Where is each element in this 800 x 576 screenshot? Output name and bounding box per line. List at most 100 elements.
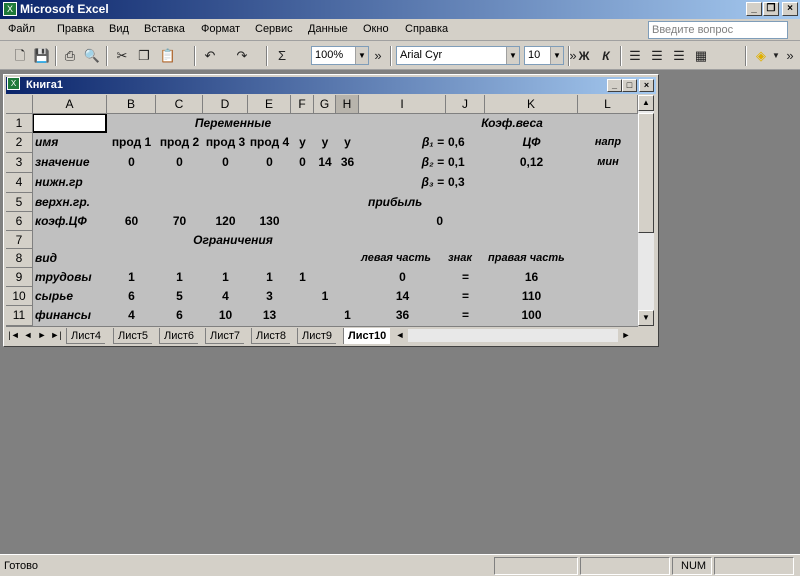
- cell-D2[interactable]: прод 3: [203, 133, 248, 152]
- cell-title-constraints[interactable]: Ограничения: [107, 231, 359, 250]
- cell-C6[interactable]: 70: [156, 212, 203, 231]
- cell-I10[interactable]: 14: [359, 287, 446, 306]
- sheet-tab[interactable]: Лист9: [297, 328, 337, 344]
- sheet-tab[interactable]: Лист8: [251, 328, 291, 344]
- zoom-select[interactable]: 100% ▼: [311, 46, 369, 65]
- menu-help[interactable]: Справка: [405, 23, 448, 35]
- spreadsheet-grid[interactable]: A B C D E F G H I J K L 1 2 3 4 5 6 7 8 …: [6, 95, 638, 326]
- cell-I6[interactable]: 0: [359, 212, 443, 231]
- menu-window[interactable]: Окно: [363, 23, 389, 35]
- copy-icon[interactable]: ❐: [134, 46, 154, 66]
- menu-format[interactable]: Формат: [201, 23, 240, 35]
- menu-data[interactable]: Данные: [308, 23, 348, 35]
- cell-I2[interactable]: β₁ =: [359, 133, 444, 152]
- font-size-select[interactable]: 10 ▼: [524, 46, 564, 65]
- hscroll-right-icon[interactable]: ►: [620, 329, 632, 342]
- row-header[interactable]: 7: [6, 231, 33, 249]
- column-header[interactable]: E: [248, 95, 291, 114]
- cell-K9[interactable]: 16: [485, 268, 578, 287]
- row-header[interactable]: 5: [6, 193, 33, 212]
- menu-edit[interactable]: Правка: [57, 23, 94, 35]
- cell-G2[interactable]: y: [314, 133, 336, 152]
- menu-view[interactable]: Вид: [109, 23, 129, 35]
- align-left-icon[interactable]: ☰: [625, 46, 645, 66]
- italic-button[interactable]: К: [596, 46, 616, 66]
- cell-C3[interactable]: 0: [156, 153, 203, 172]
- cell-I8[interactable]: левая часть: [361, 249, 431, 268]
- cell-B6[interactable]: 60: [107, 212, 156, 231]
- cell-H11[interactable]: 1: [336, 306, 359, 325]
- undo-icon[interactable]: ↶: [200, 46, 220, 66]
- redo-icon[interactable]: ↷: [232, 46, 252, 66]
- chevron-down-icon[interactable]: ▼: [771, 46, 781, 66]
- column-header[interactable]: C: [156, 95, 203, 114]
- cell-I11[interactable]: 36: [359, 306, 446, 325]
- column-header[interactable]: G: [314, 95, 336, 114]
- cell-J9[interactable]: =: [446, 268, 485, 287]
- prev-sheet-icon[interactable]: ◄: [22, 329, 34, 342]
- chevron-down-icon[interactable]: ▼: [355, 47, 368, 64]
- cell-J10[interactable]: =: [446, 287, 485, 306]
- row-header[interactable]: 6: [6, 212, 33, 231]
- column-header[interactable]: I: [359, 95, 446, 114]
- cell-A10[interactable]: сырье: [35, 287, 73, 306]
- row-header[interactable]: 2: [6, 133, 33, 153]
- new-file-icon[interactable]: 🗋: [10, 46, 30, 66]
- menu-tools[interactable]: Сервис: [255, 23, 293, 35]
- cell-G10[interactable]: 1: [314, 287, 336, 306]
- column-header[interactable]: K: [485, 95, 578, 114]
- first-sheet-icon[interactable]: |◄: [8, 329, 20, 342]
- cell-title-variables[interactable]: Переменные: [107, 114, 359, 133]
- horizontal-scrollbar[interactable]: [408, 329, 618, 342]
- sheet-tab[interactable]: Лист5: [113, 328, 153, 344]
- cell-F9[interactable]: 1: [291, 268, 314, 287]
- help-search-input[interactable]: Введите вопрос: [648, 21, 788, 39]
- close-button[interactable]: ×: [782, 2, 798, 16]
- save-icon[interactable]: 💾: [32, 46, 52, 66]
- cell-D11[interactable]: 10: [203, 306, 248, 325]
- minimize-button[interactable]: _: [746, 2, 762, 16]
- column-header[interactable]: D: [203, 95, 248, 114]
- scroll-up-icon[interactable]: ▲: [638, 95, 654, 111]
- cell-L3[interactable]: мин: [578, 153, 638, 172]
- cut-icon[interactable]: ✂: [112, 46, 132, 66]
- column-header[interactable]: A: [33, 95, 107, 114]
- cell-J2[interactable]: 0,6: [448, 133, 465, 152]
- cell-E3[interactable]: 0: [248, 153, 291, 172]
- cell-B11[interactable]: 4: [107, 306, 156, 325]
- restore-button[interactable]: ❐: [763, 2, 779, 16]
- cell-I9[interactable]: 0: [359, 268, 446, 287]
- column-header[interactable]: L: [578, 95, 638, 114]
- merge-center-icon[interactable]: ▦: [691, 46, 711, 66]
- cell-B3[interactable]: 0: [107, 153, 156, 172]
- align-center-icon[interactable]: ☰: [647, 46, 667, 66]
- fill-color-icon[interactable]: ◈: [751, 46, 771, 66]
- cell-D3[interactable]: 0: [203, 153, 248, 172]
- cell-A9[interactable]: трудовы: [35, 268, 92, 287]
- cell-J8[interactable]: знак: [448, 249, 472, 268]
- select-all-corner[interactable]: [6, 95, 33, 114]
- cell-I3[interactable]: β₂ =: [359, 153, 444, 172]
- cell-K11[interactable]: 100: [485, 306, 578, 325]
- cell-H2[interactable]: y: [336, 133, 359, 152]
- cell-C10[interactable]: 5: [156, 287, 203, 306]
- cell-D10[interactable]: 4: [203, 287, 248, 306]
- column-header[interactable]: H: [336, 95, 359, 114]
- row-header[interactable]: 3: [6, 153, 33, 173]
- cell-F3[interactable]: 0: [291, 153, 314, 172]
- cell-I4[interactable]: β₃ =: [359, 173, 444, 192]
- autosum-icon[interactable]: Σ: [272, 46, 292, 66]
- column-header[interactable]: J: [446, 95, 485, 114]
- cell-C11[interactable]: 6: [156, 306, 203, 325]
- vertical-scrollbar[interactable]: ▲ ▼: [638, 95, 654, 326]
- hscroll-left-icon[interactable]: ◄: [394, 329, 406, 342]
- menu-insert[interactable]: Вставка: [144, 23, 185, 35]
- excel-icon[interactable]: X: [3, 2, 17, 16]
- font-select[interactable]: Arial Cyr ▼: [396, 46, 520, 65]
- print-icon[interactable]: ⎙: [60, 46, 80, 66]
- workbook-maximize-button[interactable]: □: [622, 79, 637, 92]
- next-sheet-icon[interactable]: ►: [36, 329, 48, 342]
- cell-title-weights[interactable]: Коэф.веса: [446, 114, 578, 133]
- cell-A5[interactable]: верхн.гр.: [35, 193, 90, 212]
- column-header[interactable]: B: [107, 95, 156, 114]
